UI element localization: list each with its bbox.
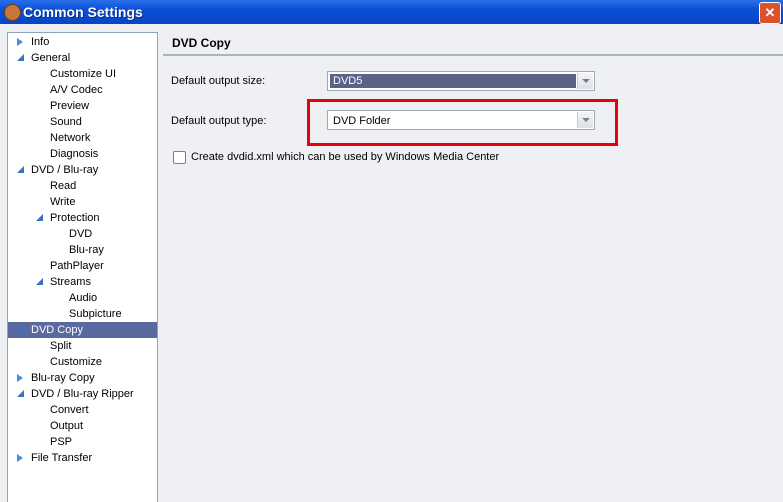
page-title: DVD Copy <box>163 36 783 56</box>
tree-item[interactable]: Convert <box>50 402 89 418</box>
collapsed-arrow-icon[interactable] <box>17 38 23 46</box>
tree-item[interactable]: DVD / Blu-ray <box>17 162 99 178</box>
tree-item-label: Blu-ray Copy <box>31 372 95 384</box>
expanded-arrow-icon[interactable] <box>17 390 24 397</box>
tree-item-label: DVD / Blu-ray Ripper <box>31 388 134 400</box>
tree-item[interactable]: Audio <box>69 290 97 306</box>
tree-item-label: PSP <box>50 436 73 448</box>
close-button[interactable]: ✕ <box>759 2 781 24</box>
tree-item[interactable]: Sound <box>50 114 82 130</box>
tree-item[interactable]: PathPlayer <box>50 258 104 274</box>
tree-item-label: Preview <box>50 100 90 112</box>
tree-item[interactable]: A/V Codec <box>50 82 103 98</box>
tree-item-label: A/V Codec <box>50 84 103 96</box>
tree-item-label: PathPlayer <box>50 260 104 272</box>
tree-item[interactable]: PSP <box>50 434 72 450</box>
collapsed-arrow-icon[interactable] <box>17 454 23 462</box>
settings-tree[interactable]: Info General Customize UI A/V Codec Preview S… <box>7 32 158 502</box>
tree-item[interactable]: Network <box>50 130 90 146</box>
dvdid-checkbox[interactable] <box>173 151 186 164</box>
tree-item-label: General <box>31 52 71 64</box>
output-size-select[interactable]: DVD5 <box>327 71 595 91</box>
output-type-label: Default output type: <box>171 115 267 127</box>
chevron-down-icon[interactable] <box>577 112 593 128</box>
expanded-arrow-icon[interactable] <box>36 214 43 221</box>
tree-item-label: Subpicture <box>69 308 122 320</box>
tree-item-label: Convert <box>50 404 89 416</box>
tree-item-label: File Transfer <box>31 452 93 464</box>
tree-item[interactable]: Streams <box>36 274 91 290</box>
tree-item-label: Protection <box>50 212 100 224</box>
tree-item[interactable]: Customize <box>50 354 102 370</box>
output-type-select[interactable]: DVD Folder <box>327 110 595 130</box>
tree-item-label: Output <box>50 420 84 432</box>
tree-item[interactable]: Info <box>17 34 50 50</box>
title-bar: Common Settings ✕ <box>0 0 783 24</box>
output-type-value: DVD Folder <box>333 115 391 127</box>
tree-item-label: DVD / Blu-ray <box>31 164 99 176</box>
tree-item[interactable]: DVD / Blu-ray Ripper <box>17 386 134 402</box>
window-title: Common Settings <box>23 4 143 20</box>
tree-item[interactable]: DVD <box>69 226 92 242</box>
output-size-value: DVD5 <box>330 74 576 88</box>
tree-item-label: Audio <box>69 292 98 304</box>
expanded-arrow-icon[interactable] <box>17 326 24 333</box>
tree-item[interactable]: DVD Copy <box>8 322 157 338</box>
tree-item-label: Read <box>50 180 77 192</box>
tree-item[interactable]: Write <box>50 194 75 210</box>
tree-item[interactable]: Read <box>50 178 76 194</box>
tree-item-label: Diagnosis <box>50 148 99 160</box>
tree-item-label: Network <box>50 132 91 144</box>
tree-item-label: Split <box>50 340 72 352</box>
tree-item[interactable]: Customize UI <box>50 66 116 82</box>
output-size-label: Default output size: <box>171 75 266 87</box>
tree-item[interactable]: Blu-ray Copy <box>17 370 95 386</box>
tree-item[interactable]: General <box>17 50 71 66</box>
tree-item-label: Streams <box>50 276 91 288</box>
chevron-down-icon[interactable] <box>577 73 593 89</box>
tree-item[interactable]: Protection <box>36 210 100 226</box>
tree-item[interactable]: Blu-ray <box>69 242 104 258</box>
tree-item-label: DVD <box>69 228 93 240</box>
app-icon <box>4 4 21 21</box>
tree-item-label: Blu-ray <box>69 244 104 256</box>
dvdid-checkbox-label[interactable]: Create dvdid.xml which can be used by Wi… <box>191 151 499 163</box>
tree-item-label: Customize <box>50 356 102 368</box>
expanded-arrow-icon[interactable] <box>36 278 43 285</box>
tree-item[interactable]: Split <box>50 338 71 354</box>
collapsed-arrow-icon[interactable] <box>17 374 23 382</box>
tree-item[interactable]: Subpicture <box>69 306 122 322</box>
tree-item-label: DVD Copy <box>31 324 83 336</box>
tree-item[interactable]: Diagnosis <box>50 146 98 162</box>
tree-item[interactable]: File Transfer <box>17 450 93 466</box>
expanded-arrow-icon[interactable] <box>17 166 24 173</box>
expanded-arrow-icon[interactable] <box>17 54 24 61</box>
tree-item[interactable]: Output <box>50 418 83 434</box>
tree-item-label: Customize UI <box>50 68 117 80</box>
tree-item-label: Sound <box>50 116 82 128</box>
tree-item-label: Info <box>31 36 50 48</box>
tree-item[interactable]: Preview <box>50 98 89 114</box>
tree-item-label: Write <box>50 196 76 208</box>
